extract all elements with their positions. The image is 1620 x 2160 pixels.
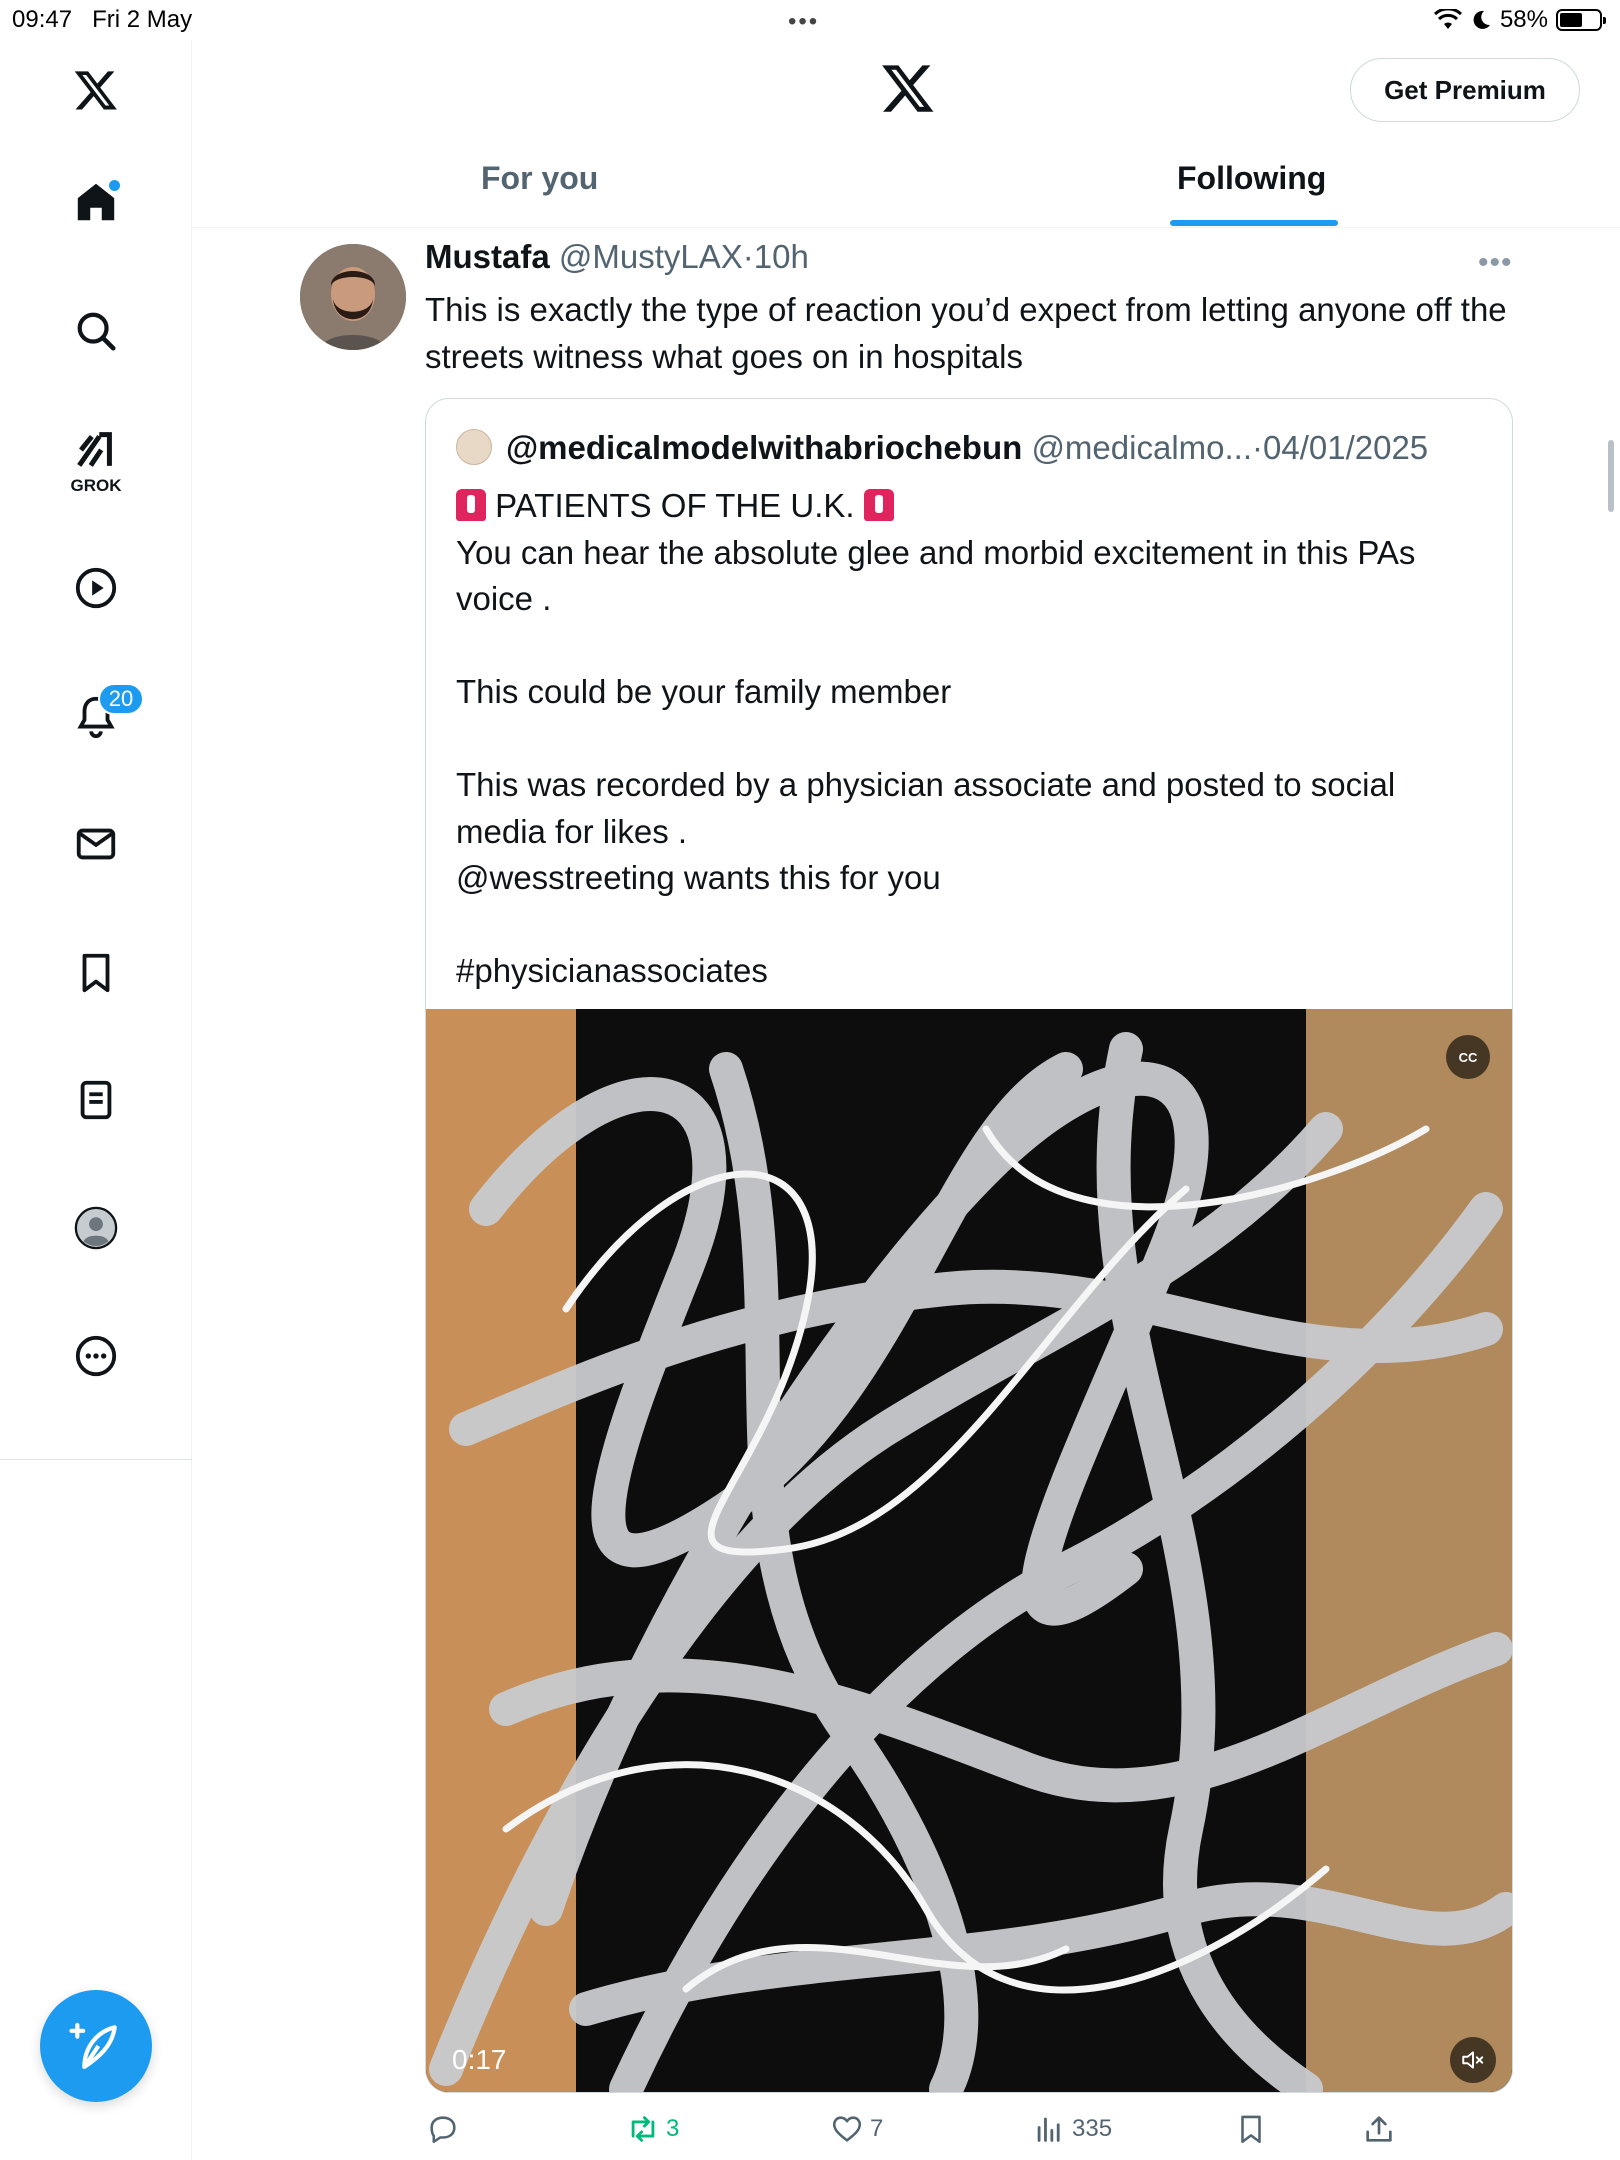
tweet-text: This is exactly the type of reaction you… <box>425 291 1507 375</box>
nav-profile[interactable] <box>66 1198 126 1258</box>
messages-icon <box>76 828 116 860</box>
quote-text: PATIENTS OF THE U.K. You can hear the ab… <box>456 483 1486 995</box>
get-premium-button[interactable]: Get Premium <box>1350 58 1580 122</box>
share-button[interactable] <box>1362 2112 1396 2146</box>
more-icon <box>75 1335 117 1377</box>
moon-icon <box>1473 10 1490 29</box>
x-header-logo-icon[interactable] <box>880 60 936 116</box>
nav-grok[interactable] <box>66 420 126 480</box>
nav-more[interactable] <box>66 1326 126 1386</box>
x-logo-icon[interactable] <box>66 60 126 120</box>
header-divider <box>193 227 1620 228</box>
views-chart-icon <box>1037 2117 1060 2142</box>
nav-video[interactable] <box>66 558 126 618</box>
video-player[interactable]: CC 0:17 <box>426 1009 1512 2092</box>
home-unread-dot <box>109 180 120 191</box>
bookmarks-icon <box>82 953 110 993</box>
wifi-icon <box>1433 9 1462 29</box>
tab-for-you[interactable]: For you <box>481 160 598 197</box>
battery-level <box>1560 13 1583 27</box>
author-handle[interactable]: @MustyLAX <box>559 238 743 275</box>
mute-button[interactable] <box>1450 2037 1496 2083</box>
share-icon <box>1366 2116 1392 2142</box>
retweet-icon <box>631 2116 655 2142</box>
scrollbar[interactable] <box>1608 440 1614 512</box>
bookmark-button[interactable] <box>1234 2112 1268 2146</box>
quote-meta-separator: · <box>1252 429 1263 466</box>
status-time: 09:47 <box>12 6 73 33</box>
like-count: 7 <box>870 2115 884 2142</box>
retweet-count: 3 <box>666 2115 680 2142</box>
tweet-time[interactable]: 10h <box>754 238 809 275</box>
nav-lists[interactable] <box>66 1070 126 1130</box>
grok-label: GROK <box>70 476 122 495</box>
quote-header: @medicalmodelwithabriochebun @medicalmo.… <box>506 429 1428 467</box>
heart-icon <box>832 2116 862 2142</box>
video-frame-scribble <box>426 1009 1512 2092</box>
reply-button[interactable] <box>426 2112 466 2146</box>
quote-author-handle[interactable]: @medicalmo... <box>1031 429 1252 466</box>
nav-messages[interactable] <box>66 814 126 874</box>
tab-following[interactable]: Following <box>1177 160 1326 197</box>
status-bar: 09:47 Fri 2 May ••• 58% <box>0 0 1620 40</box>
compose-button[interactable] <box>40 1990 152 2102</box>
search-icon <box>77 312 116 351</box>
video-duration: 0:17 <box>452 2044 507 2075</box>
meta-separator: · <box>742 238 754 275</box>
active-tab-indicator <box>1170 220 1338 226</box>
reply-icon <box>430 2116 456 2144</box>
battery-percent: 58% <box>1499 6 1548 33</box>
views-count: 335 <box>1072 2115 1113 2142</box>
nav-home[interactable] <box>66 172 126 232</box>
quote-headline: PATIENTS OF THE U.K. <box>486 487 864 524</box>
status-date: Fri 2 May <box>92 6 193 33</box>
tweet-more-icon[interactable]: ••• <box>1478 246 1513 280</box>
video-icon <box>75 567 117 609</box>
quote-date: 04/01/2025 <box>1263 429 1429 466</box>
quote-avatar[interactable] <box>456 429 492 465</box>
grok-icon <box>77 432 112 467</box>
notifications-badge: 20 <box>98 683 144 715</box>
nav-bookmarks[interactable] <box>66 943 126 1003</box>
author-avatar[interactable] <box>300 244 406 350</box>
views-button[interactable]: 335 <box>1032 2112 1112 2146</box>
quoted-tweet[interactable]: @medicalmodelwithabriochebun @medicalmo.… <box>425 398 1513 2093</box>
siren-emoji-icon <box>863 489 894 521</box>
nav-search[interactable] <box>66 301 126 361</box>
siren-emoji-icon <box>456 489 486 521</box>
captions-button[interactable]: CC <box>1446 1035 1490 1079</box>
muted-speaker-icon <box>1462 2051 1484 2069</box>
battery-icon <box>1556 9 1606 31</box>
lists-icon <box>80 1080 112 1120</box>
tweet-header: Mustafa @MustyLAX·10h <box>425 238 809 276</box>
profile-icon <box>74 1206 118 1250</box>
compose-icon <box>69 2022 117 2070</box>
multitasking-dots[interactable]: ••• <box>788 8 819 36</box>
like-button[interactable]: 7 <box>830 2112 883 2146</box>
retweet-button[interactable]: 3 <box>626 2112 679 2146</box>
quote-body: You can hear the absolute glee and morbi… <box>456 533 1416 990</box>
quote-author-name[interactable]: @medicalmodelwithabriochebun <box>506 429 1022 466</box>
author-name[interactable]: Mustafa <box>425 238 550 275</box>
sidebar-divider <box>0 1459 192 1460</box>
bookmark-icon <box>1241 2115 1261 2144</box>
